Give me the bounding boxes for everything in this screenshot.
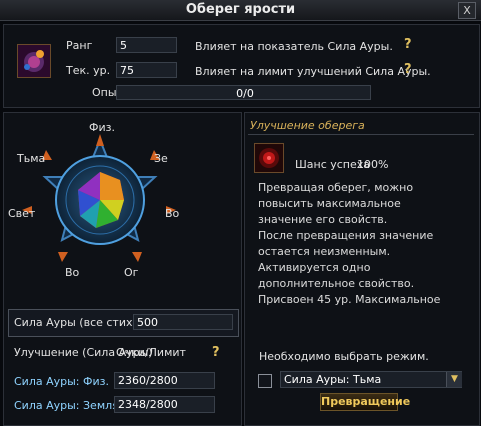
level-label: Тек. ур. <box>66 64 111 77</box>
element-label-water: Во <box>165 207 180 220</box>
mode-hint: Необходимо выбрать режим. <box>259 350 429 363</box>
chance-value: 100% <box>357 158 389 171</box>
rank-help-icon[interactable]: ? <box>404 37 412 52</box>
aura-total-field: 500 <box>133 314 233 330</box>
aura-total-label: Сила Ауры (все стихии) <box>14 316 152 329</box>
element-label-fire: Ог <box>124 266 139 279</box>
exp-bar: 0/0 <box>116 85 371 100</box>
element-label-earth: Зе <box>154 152 168 165</box>
desc-line-6: Активируется одно <box>258 261 371 274</box>
element-label-phys: Физ. <box>89 121 115 134</box>
desc-line-2: повысить максимальное <box>258 197 401 210</box>
upgrade-help-icon[interactable]: ? <box>212 345 220 360</box>
aura-earth-value: 2348/2800 <box>114 396 215 413</box>
aura-earth-label: Сила Ауры: Земля <box>14 399 119 412</box>
rank-label: Ранг <box>66 39 93 52</box>
desc-line-1: Превращая оберег, можно <box>258 181 414 194</box>
desc-line-4: После превращения значение <box>258 229 434 242</box>
aura-phys-label: Сила Ауры: Физ. <box>14 375 109 388</box>
element-label-light: Свет <box>8 207 36 220</box>
desc-line-8: Присвоен 45 ур. Максимальное <box>258 293 441 306</box>
element-star-chart <box>22 134 176 262</box>
improve-amulet-icon[interactable] <box>254 143 284 173</box>
window-title: Оберег ярости <box>185 2 296 17</box>
desc-line-5: остается неизменным. <box>258 245 391 258</box>
chevron-down-icon[interactable]: ▼ <box>446 372 462 387</box>
desc-line-7: дополнительное свойство. <box>258 277 415 290</box>
improve-title: Улучшение оберега <box>250 119 365 132</box>
mode-select[interactable]: Сила Ауры: Тьма <box>280 371 462 388</box>
level-help-icon[interactable]: ? <box>404 62 412 77</box>
rank-description: Влияет на показатель Сила Ауры. <box>195 40 393 53</box>
rank-field: 5 <box>116 37 177 53</box>
aura-phys-value: 2360/2800 <box>114 372 215 389</box>
improve-divider <box>248 134 474 135</box>
element-label-wind: Во <box>65 266 80 279</box>
points-limit-header: Очки/Лимит <box>116 346 186 359</box>
desc-line-3: значение его свойств. <box>258 213 388 226</box>
close-button[interactable]: X <box>458 2 476 19</box>
transform-button[interactable]: Превращение <box>320 393 410 411</box>
amulet-icon <box>17 44 51 78</box>
level-field: 75 <box>116 62 177 78</box>
mode-checkbox[interactable] <box>258 374 272 388</box>
element-label-dark: Тьма <box>17 152 46 165</box>
mode-select-value: Сила Ауры: Тьма <box>284 373 382 386</box>
level-description: Влияет на лимит улучшений Сила Ауры. <box>195 65 431 78</box>
